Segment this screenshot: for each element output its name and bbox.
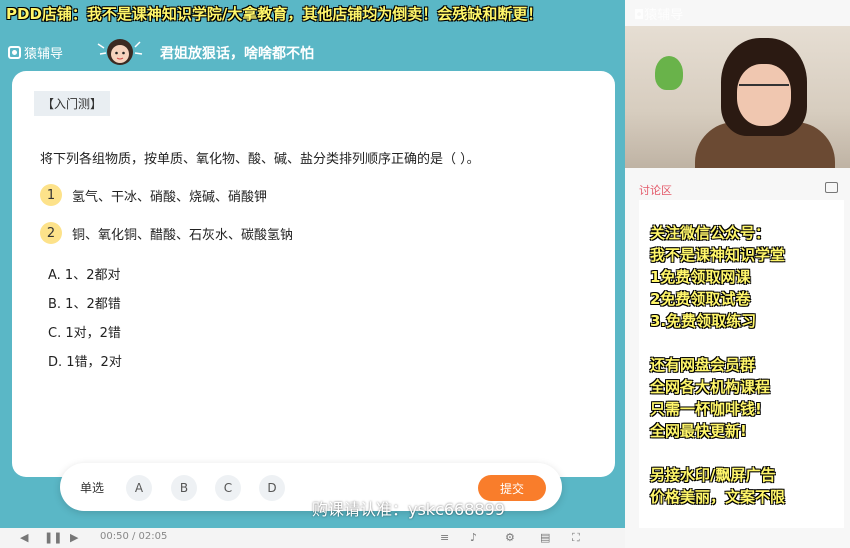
choice-c-button[interactable]: C bbox=[215, 475, 241, 501]
discussion-tab[interactable]: 讨论区 bbox=[639, 182, 672, 198]
volume-icon[interactable]: ♪ bbox=[470, 531, 484, 544]
statement-text: 氢气、干冰、硝酸、烧碱、硝酸钾 bbox=[72, 189, 268, 205]
promo-line: 我不是课神知识学堂 bbox=[650, 246, 786, 264]
screen: PDD店铺：我不是课神知识学院/大拿教育，其他店铺均为倒卖！会残缺和断更！ ◘猿… bbox=[0, 0, 850, 548]
promo-line: 关注微信公众号： bbox=[650, 224, 771, 242]
watermark-top: ◘猿辅导 bbox=[634, 8, 684, 23]
discussion-header: 讨论区 bbox=[625, 178, 850, 202]
choice-b-button[interactable]: B bbox=[171, 475, 197, 501]
brand-logo: 猿辅导 bbox=[8, 43, 63, 62]
glasses-icon bbox=[739, 84, 789, 96]
option-d: D. 1错，2对 bbox=[48, 355, 122, 370]
choice-d-button[interactable]: D bbox=[259, 475, 285, 501]
playback-time: 00:50 / 02:05 bbox=[100, 531, 168, 542]
prev-icon[interactable]: ◀ bbox=[20, 531, 34, 544]
promo-line: 价格美丽，文案不限 bbox=[650, 488, 786, 506]
promo-line: 1免费领取网课 bbox=[650, 268, 751, 286]
slogan: 君姐放狠话，啥啥都不怕 bbox=[160, 46, 314, 62]
option-a: A. 1、2都对 bbox=[48, 268, 121, 283]
danmaku-icon[interactable]: ▤ bbox=[540, 531, 554, 544]
pause-icon[interactable]: ❚❚ bbox=[44, 531, 62, 544]
fullscreen-icon[interactable]: ⛶ bbox=[572, 531, 586, 544]
banner-text: PDD店铺：我不是课神知识学院/大拿教育，其他店铺均为倒卖！会残缺和断更！ bbox=[6, 5, 543, 23]
plant-figure bbox=[655, 56, 683, 90]
statement-text: 铜、氧化铜、醋酸、石灰水、碳酸氢钠 bbox=[72, 227, 294, 243]
promo-overlay: 关注微信公众号： 我不是课神知识学堂 1免费领取网课 2免费领取试卷 3.免费领… bbox=[650, 222, 785, 508]
promo-gap bbox=[650, 442, 785, 464]
question-tag: 【入门测】 bbox=[34, 91, 111, 116]
settings-icon[interactable]: ⚙ bbox=[505, 531, 519, 544]
promo-line: 另接水印/飘屏广告 bbox=[650, 466, 776, 484]
promo-gap bbox=[650, 332, 785, 354]
promo-line: 还有网盘会员群 bbox=[650, 356, 756, 374]
brand-logo-text: 猿辅导 bbox=[24, 47, 64, 62]
promo-line: 全网各大机构课程 bbox=[650, 378, 771, 396]
teacher-webcam bbox=[625, 26, 850, 168]
top-banner-area: PDD店铺：我不是课神知识学院/大拿教育，其他店铺均为倒卖！会残缺和断更！ ◘猿… bbox=[0, 0, 850, 26]
teacher-avatar bbox=[97, 39, 143, 65]
promo-line: 2免费领取试卷 bbox=[650, 290, 751, 308]
lesson-area: 猿辅导 君姐放狠话，啥啥都不怕 【入门测】 将下列各组物质，按单质、氧化物、酸、… bbox=[0, 0, 625, 548]
promo-line: 只需一杯咖啡钱! bbox=[650, 400, 762, 418]
statement-number: 1 bbox=[40, 184, 62, 206]
option-b: B. 1、2都错 bbox=[48, 297, 121, 312]
statement-1: 1 氢气、干冰、硝酸、烧碱、硝酸钾 bbox=[40, 184, 267, 206]
speed-icon[interactable]: ≡ bbox=[440, 531, 454, 544]
question-text: 将下列各组物质，按单质、氧化物、酸、碱、盐分类排列顺序正确的是（ ）。 bbox=[40, 152, 480, 167]
lesson-header: 猿辅导 君姐放狠话，啥啥都不怕 bbox=[0, 34, 625, 68]
player-controls: ◀ ❚❚ ▶ 00:50 / 02:05 ≡ ♪ ⚙ ▤ ⛶ bbox=[0, 528, 625, 548]
choice-a-button[interactable]: A bbox=[126, 475, 152, 501]
question-card: 【入门测】 将下列各组物质，按单质、氧化物、酸、碱、盐分类排列顺序正确的是（ ）… bbox=[12, 71, 615, 477]
statement-2: 2 铜、氧化铜、醋酸、石灰水、碳酸氢钠 bbox=[40, 222, 293, 244]
brand-logo-icon bbox=[8, 46, 21, 59]
next-icon[interactable]: ▶ bbox=[70, 531, 84, 544]
promo-line: 3.免费领取练习 bbox=[650, 312, 757, 330]
discussion-settings-icon[interactable] bbox=[825, 182, 838, 193]
option-c: C. 1对，2错 bbox=[48, 326, 121, 341]
watermark-bottom: 购课请认准：yskc668899 bbox=[312, 500, 505, 519]
promo-line: 全网最快更新! bbox=[650, 422, 747, 440]
answer-type-label: 单选 bbox=[80, 481, 105, 495]
statement-number: 2 bbox=[40, 222, 62, 244]
